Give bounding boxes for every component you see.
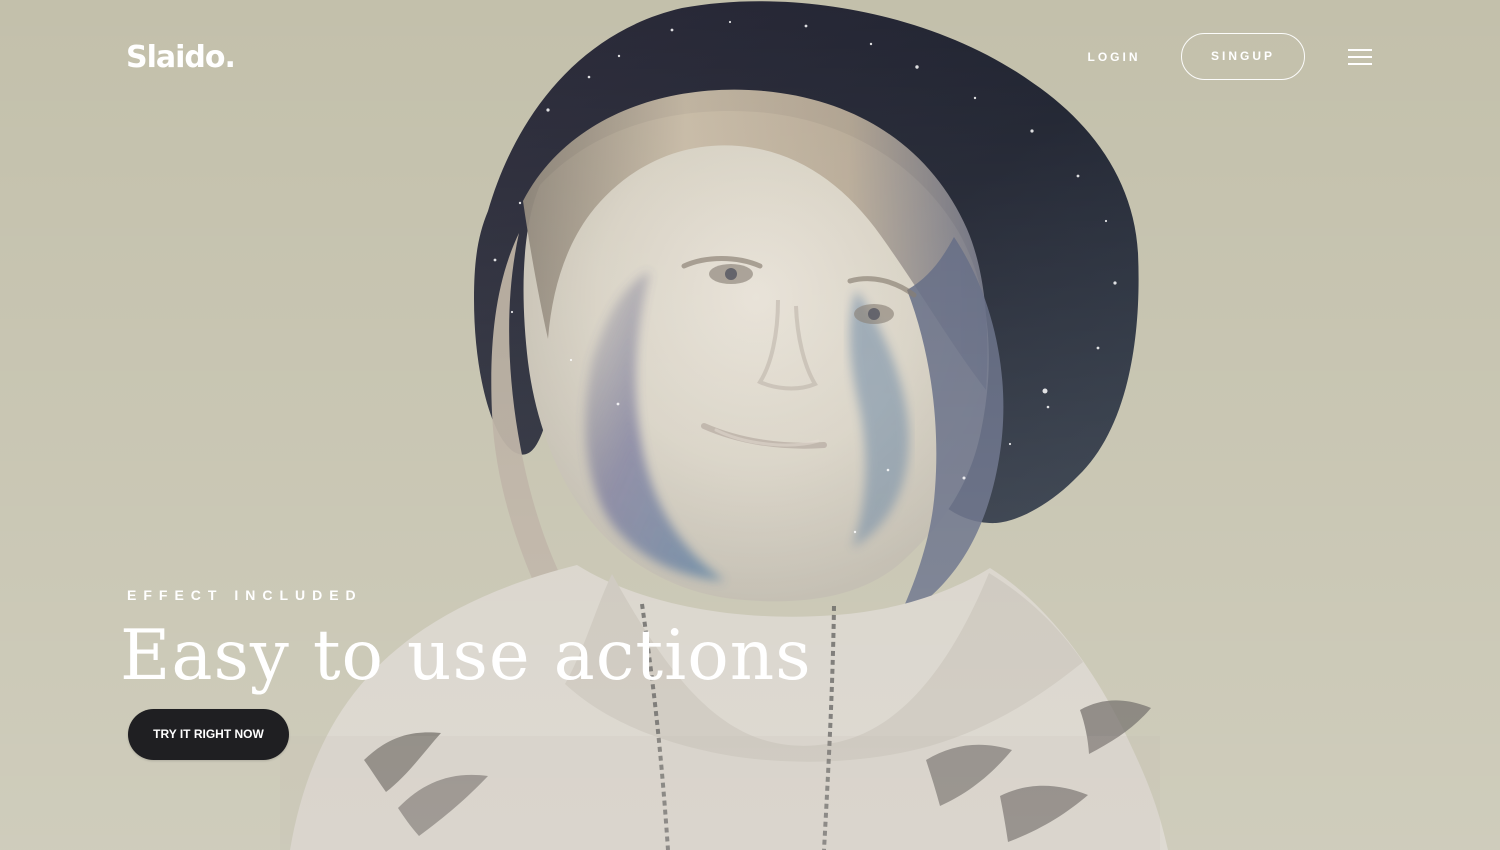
hamburger-icon[interactable] xyxy=(1346,46,1374,68)
try-it-button[interactable]: TRY IT RIGHT NOW xyxy=(128,709,289,760)
menu-line-bottom xyxy=(1348,63,1372,65)
landing-page: Slaido. LOGIN SINGUP EFFECT INCLUDED Eas… xyxy=(0,0,1500,850)
login-link[interactable]: LOGIN xyxy=(1068,44,1160,70)
hero-headline: Easy to use actions xyxy=(120,616,812,696)
brand-logo[interactable]: Slaido. xyxy=(126,38,236,78)
hero-eyebrow: EFFECT INCLUDED xyxy=(127,587,363,603)
signup-button[interactable]: SINGUP xyxy=(1181,33,1305,80)
menu-line-middle xyxy=(1348,56,1372,58)
menu-line-top xyxy=(1348,49,1372,51)
